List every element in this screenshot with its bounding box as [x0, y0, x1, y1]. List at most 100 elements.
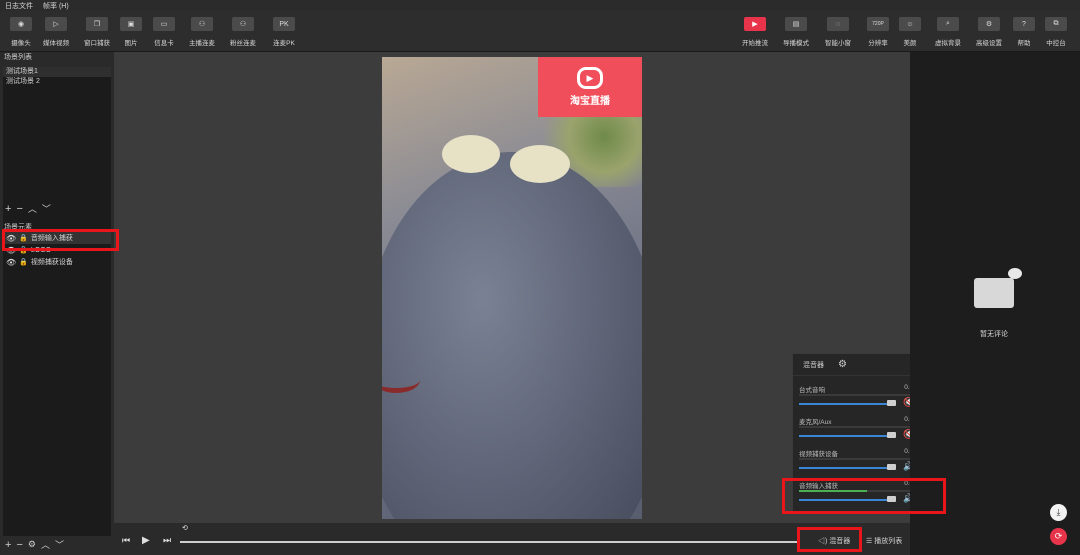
toolbar-label: 摄像头: [11, 40, 31, 47]
download-icon[interactable]: ⤓: [1050, 504, 1067, 521]
source-list: 👁 🔒 音频输入捕获 👁 🔒 LOGO 👁 🔒 视频捕获设备: [3, 232, 111, 536]
toolbar-button-beauty[interactable]: ☺ 美颜: [889, 17, 931, 47]
add-scene-icon[interactable]: +: [5, 203, 11, 215]
plush-eye: [510, 145, 570, 183]
toolbar-label: 智能小窗: [825, 40, 851, 47]
channel-name: 台式音响: [799, 387, 825, 394]
loop-icon[interactable]: ⟲: [182, 524, 188, 532]
lock-icon[interactable]: 🔒: [19, 258, 28, 266]
preview-area[interactable]: ▶ 淘宝直播: [114, 52, 910, 523]
next-icon[interactable]: ⏭: [163, 535, 171, 546]
channel-name: 视频捕获设备: [799, 451, 838, 458]
left-panel: 场景列表 测试场景1 测试场景 2 + − ︿ ﹀ 场景元素 👁 🔒 音频输入捕…: [0, 52, 114, 555]
scene-item[interactable]: 测试场景1: [3, 67, 111, 77]
level-meter: [799, 394, 923, 396]
play-icon: ▷: [45, 17, 67, 31]
highlight-mixer-tab: [797, 527, 862, 552]
pk-icon: PK: [273, 17, 295, 31]
playback-bar: ⏮ ▶ ⏭ ⟲ ◁) 混音器 ☰ 播放列表: [114, 523, 910, 555]
volume-slider-knob[interactable]: [887, 432, 896, 438]
beauty-icon: ☺: [899, 17, 921, 31]
scene-item[interactable]: 测试场景 2: [3, 77, 111, 87]
mixer-title: 混音器: [803, 361, 824, 369]
highlight-source-audio-input: [2, 229, 119, 251]
playlist-tab[interactable]: ☰ 播放列表: [866, 536, 902, 546]
menu-log-file[interactable]: 日志文件: [5, 1, 33, 11]
menu-bar: 日志文件 帧率 (H): [0, 0, 1080, 11]
toolbar-button-console[interactable]: ⧉ 中控台: [1035, 17, 1077, 47]
volume-slider[interactable]: [799, 467, 894, 469]
remove-scene-icon[interactable]: −: [16, 203, 22, 215]
mixer-settings-icon[interactable]: ⚙: [838, 359, 847, 370]
playback-progress[interactable]: [180, 541, 800, 543]
toolbar-button-anchor-mic[interactable]: ⚇ 主播连麦: [181, 17, 223, 47]
toolbar-label: 分辨率: [868, 40, 888, 47]
start-stream-icon: ▶: [744, 17, 766, 31]
highlight-mixer-channel: [782, 478, 946, 514]
scene-controls: + − ︿ ﹀: [5, 202, 51, 215]
tv-play-icon: ▶: [577, 67, 603, 89]
volume-slider[interactable]: [799, 435, 894, 437]
toolbar-label: 主播连麦: [189, 40, 215, 47]
source-settings-icon[interactable]: ⚙: [28, 539, 36, 550]
settings-icon: ⚙: [978, 17, 1000, 31]
director-icon: ▤: [785, 17, 807, 31]
level-meter: [799, 426, 923, 428]
toolbar-button-play[interactable]: ▷ 媒体视频: [35, 17, 77, 47]
help-icon: ?: [1013, 17, 1035, 31]
toolbar-label: 美颜: [903, 40, 917, 47]
toolbar-label: 媒体视频: [43, 40, 69, 47]
resolution-icon: 720P: [867, 17, 889, 31]
window-icon: ❐: [86, 17, 108, 31]
move-up-icon[interactable]: ︿: [41, 538, 50, 551]
remove-source-icon[interactable]: −: [16, 539, 22, 551]
preview-canvas[interactable]: ▶ 淘宝直播: [382, 57, 642, 519]
toolbar-button-director[interactable]: ▤ 导播模式: [775, 17, 817, 47]
toolbar-label: 虚拟背景: [935, 40, 961, 47]
console-icon: ⧉: [1045, 17, 1067, 31]
toolbar-label: 图片: [124, 40, 138, 47]
toolbar-label: 信息卡: [154, 40, 174, 47]
volume-slider-knob[interactable]: [887, 400, 896, 406]
logo-brand-text: 淘宝直播: [570, 96, 610, 107]
toolbar-label: 窗口捕获: [84, 40, 110, 47]
card-icon: ▭: [153, 17, 175, 31]
toolbar-button-fan-mic[interactable]: ⚇ 粉丝连麦: [222, 17, 264, 47]
toolbar-label: 高级设置: [976, 40, 1002, 47]
toolbar-button-card[interactable]: ▭ 信息卡: [143, 17, 185, 47]
move-up-icon[interactable]: ︿: [28, 202, 37, 215]
toolbar-button-start-stream[interactable]: ▶ 开始推流: [734, 17, 776, 47]
scene-list-title: 场景列表: [0, 52, 114, 63]
image-icon: ▣: [120, 17, 142, 31]
play-icon[interactable]: ▶: [142, 535, 150, 546]
menu-framerate[interactable]: 帧率 (H): [43, 1, 69, 11]
toolbar-label: 粉丝连麦: [230, 40, 256, 47]
level-meter: [799, 458, 923, 460]
virtual-bg-icon: ⌕: [937, 17, 959, 31]
volume-slider-knob[interactable]: [887, 464, 896, 470]
channel-name: 麦克风/Aux: [799, 419, 832, 426]
move-down-icon[interactable]: ﹀: [42, 202, 51, 215]
toolbar: ◉ 摄像头 ▷ 媒体视频 ❐ 窗口捕获 ▣ 图片 ▭ 信息卡 ⚇ 主播连麦 ⚇ 粉丝连麦 PK 连麦PK ▶ 开始…: [0, 11, 1080, 52]
fan-mic-icon: ⚇: [232, 17, 254, 31]
move-down-icon[interactable]: ﹀: [55, 538, 64, 551]
taobao-live-logo: ▶ 淘宝直播: [538, 57, 642, 117]
volume-slider[interactable]: [799, 403, 894, 405]
empty-comments-text: 暂无评论: [980, 331, 1008, 338]
plush-toy-image: [382, 152, 642, 519]
plush-mouth: [382, 367, 420, 393]
previous-icon[interactable]: ⏮: [122, 535, 130, 546]
anchor-mic-icon: ⚇: [191, 17, 213, 31]
toolbar-button-virtual-bg[interactable]: ⌕ 虚拟背景: [927, 17, 969, 47]
empty-comments-icon: [970, 268, 1022, 310]
source-controls: + − ⚙ ︿ ﹀: [5, 538, 64, 551]
smart-window-icon: ◌: [827, 17, 849, 31]
toolbar-label: 连麦PK: [273, 40, 295, 47]
refresh-icon[interactable]: ⟳: [1050, 528, 1067, 545]
toolbar-button-pk[interactable]: PK 连麦PK: [263, 17, 305, 47]
source-item[interactable]: 👁 🔒 视频捕获设备: [3, 256, 111, 268]
toolbar-button-smart-window[interactable]: ◌ 智能小窗: [817, 17, 859, 47]
visibility-icon[interactable]: 👁: [6, 258, 16, 267]
toolbar-label: 开始推流: [742, 40, 768, 47]
add-source-icon[interactable]: +: [5, 539, 11, 551]
